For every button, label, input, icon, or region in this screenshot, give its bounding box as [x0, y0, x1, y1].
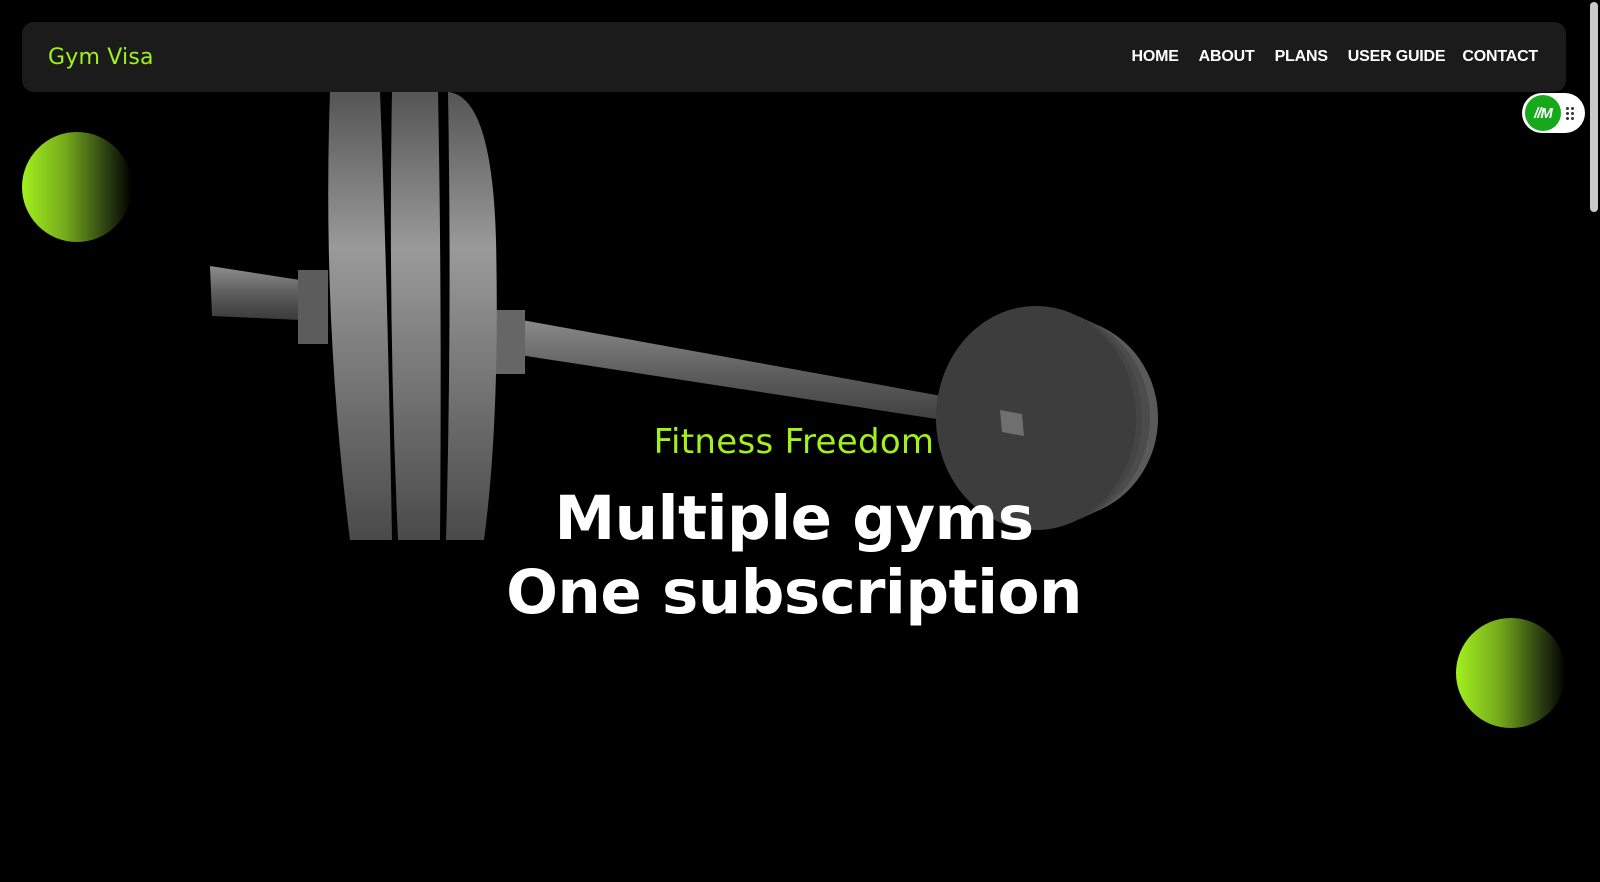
bar-shaft: [500, 316, 1008, 430]
widget-logo-icon[interactable]: //M: [1525, 95, 1561, 131]
nav-links: HOME ABOUT PLANS USER GUIDE CONTACT: [1131, 48, 1538, 66]
drag-handle-icon[interactable]: [1566, 106, 1574, 120]
hero-eyebrow: Fitness Freedom: [653, 422, 935, 462]
hero-headline: Multiple gyms One subscription: [0, 482, 1588, 630]
nav-link-user-guide[interactable]: USER GUIDE: [1348, 48, 1446, 66]
page: Gym Visa HOME ABOUT PLANS USER GUIDE CON…: [0, 0, 1600, 882]
decorative-orb-right: [1456, 618, 1566, 728]
decorative-orb-left: [22, 132, 132, 242]
plate-left-3: [446, 92, 497, 540]
nav-link-contact[interactable]: CONTACT: [1462, 48, 1538, 66]
plate-left-2: [390, 92, 441, 540]
nav-link-home[interactable]: HOME: [1131, 48, 1178, 66]
collar-left: [298, 270, 328, 344]
scrollbar-thumb[interactable]: [1590, 2, 1598, 212]
navbar: Gym Visa HOME ABOUT PLANS USER GUIDE CON…: [22, 22, 1566, 92]
brand-logo[interactable]: Gym Visa: [48, 45, 154, 70]
plate-left-1: [328, 92, 392, 540]
scrollbar[interactable]: [1588, 0, 1600, 882]
nav-link-plans[interactable]: PLANS: [1275, 48, 1328, 66]
bar-left-end: [210, 266, 300, 320]
nav-link-about[interactable]: ABOUT: [1199, 48, 1255, 66]
floating-widget[interactable]: //M: [1522, 93, 1585, 133]
hero-headline-line-2: One subscription: [506, 557, 1082, 628]
collar-right: [495, 310, 525, 374]
hero-headline-line-1: Multiple gyms: [554, 483, 1034, 554]
